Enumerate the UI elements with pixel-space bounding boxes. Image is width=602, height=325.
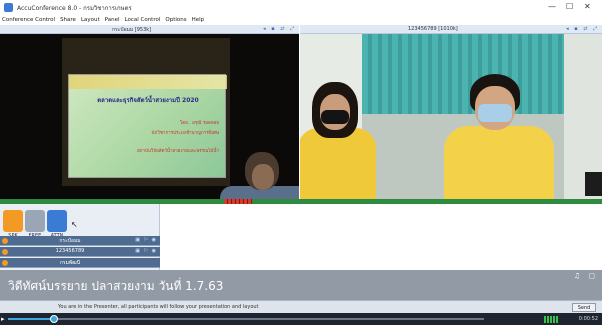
progress-track[interactable] [54, 318, 484, 320]
left-video-pane[interactable]: ตลาดและธุรกิจสัตว์น้ำสวยงามปี 2020 โดย..… [0, 34, 299, 199]
shared-content-area[interactable] [161, 204, 602, 270]
left-video-header: กระป๋อมม [953k] ◂ ▪ ⇄ ⤢ [0, 25, 299, 34]
attention-icon[interactable] [47, 210, 67, 232]
presenter-figure [210, 144, 299, 199]
send-button[interactable]: Send [572, 303, 596, 312]
close-button[interactable]: ✕ [584, 2, 591, 11]
participant-name: กรมพัฒนี [59, 260, 81, 266]
participant-controls-icon[interactable]: ▣ ⚐ ◉ [135, 248, 157, 254]
participant-row[interactable]: กรมพัฒนี [0, 258, 160, 268]
menu-conference-control[interactable]: Conference Control [2, 17, 55, 23]
video-player-bar: ▸ 0:00:52 [0, 313, 602, 325]
right-video-label: 123456789 [1010k] [408, 26, 458, 32]
menu-panel[interactable]: Panel [105, 17, 120, 23]
progress-knob[interactable] [50, 315, 58, 323]
caption-text: วิดีทัศน์บรรยาย ปลาสวยงาม วันที่ 1.7.63 [8, 279, 224, 293]
caption-overlay: วิดีทัศน์บรรยาย ปลาสวยงาม วันที่ 1.7.63 … [0, 270, 602, 300]
slide-banner [69, 75, 227, 89]
playback-time: 0:00:52 [578, 316, 598, 322]
window-title: AccuConference 8.0 - กรมวิชาการเกษตร [17, 4, 132, 12]
slide-line: โดย.. อรุณี รอดลอย [179, 121, 219, 126]
menu-layout[interactable]: Layout [81, 17, 100, 23]
free-icon[interactable] [25, 210, 45, 232]
media-icons[interactable]: ♫ ▢ [574, 272, 598, 280]
user-icon [2, 260, 8, 266]
chat-bar: You are in the Presenter, all participan… [0, 300, 602, 313]
participant-list: กระป๋อมม ▣ ⚐ ◉ 123456789 ▣ ⚐ ◉ กรมพัฒนี [0, 236, 160, 270]
right-video-header: 123456789 [1010k] ◂ ▪ ⇄ ⤢ [300, 25, 602, 34]
app-window: AccuConference 8.0 - กรมวิชาการเกษตร — ☐… [0, 0, 602, 325]
user-icon [2, 238, 8, 244]
left-video-controls-icon[interactable]: ◂ ▪ ⇄ ⤢ [263, 26, 296, 32]
participant-name: กระป๋อมม [59, 238, 81, 244]
slide-title: ตลาดและธุรกิจสัตว์น้ำสวยงามปี 2020 [97, 97, 199, 104]
slide-line: สถาบันวิจัยสัตว์น้ำสวยงามและพรรณไม้น้ำ [136, 149, 219, 154]
maximize-button[interactable]: ☐ [566, 2, 573, 11]
slide-line: นักวิชาการประมงชำนาญการพิเศษ [151, 131, 219, 136]
menu-options[interactable]: Options [165, 17, 186, 23]
minimize-button[interactable]: — [548, 2, 556, 11]
participant-name: 123456789 [55, 248, 85, 254]
speak-icon[interactable] [3, 210, 23, 232]
app-logo-icon [4, 3, 13, 12]
participant-row[interactable]: กระป๋อมม ▣ ⚐ ◉ [0, 236, 160, 246]
chat-status-text: You are in the Presenter, all participan… [58, 304, 259, 310]
user-icon [2, 249, 8, 255]
laptop [585, 172, 602, 196]
menu-share[interactable]: Share [60, 17, 76, 23]
progress-fill [8, 318, 54, 320]
play-icon[interactable]: ▸ [1, 315, 5, 323]
title-bar: AccuConference 8.0 - กรมวิชาการเกษตร — ☐… [0, 0, 602, 15]
menu-local-control[interactable]: Local Control [124, 17, 160, 23]
menu-bar: Conference Control Share Layout Panel Lo… [0, 15, 602, 25]
menu-help[interactable]: Help [192, 17, 205, 23]
mouse-cursor-icon: ↖ [71, 220, 78, 229]
curtain [362, 34, 564, 114]
participant-row[interactable]: 123456789 ▣ ⚐ ◉ [0, 247, 160, 257]
right-video-controls-icon[interactable]: ◂ ▪ ⇄ ⤢ [566, 26, 599, 32]
presentation-slide: ตลาดและธุรกิจสัตว์น้ำสวยงามปี 2020 โดย..… [68, 74, 227, 178]
volume-icon[interactable] [544, 316, 558, 323]
right-video-pane[interactable] [300, 34, 602, 199]
participant-controls-icon[interactable]: ▣ ⚐ ◉ [135, 237, 157, 243]
left-video-label: กระป๋อมม [953k] [112, 27, 152, 33]
